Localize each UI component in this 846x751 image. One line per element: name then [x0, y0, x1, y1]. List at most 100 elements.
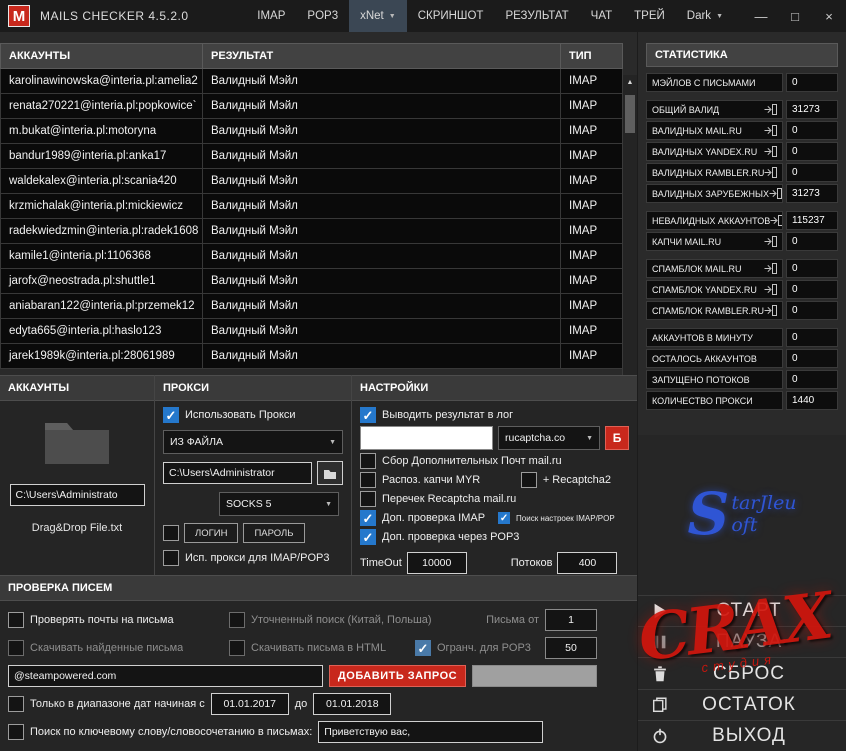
action-label: ВЫХОД — [712, 724, 786, 746]
use-proxy-checkbox[interactable]: Использовать Прокси — [163, 407, 343, 423]
password-field[interactable]: ПАРОЛЬ — [243, 523, 305, 543]
use-proxy-label: Использовать Прокси — [185, 409, 296, 421]
scroll-up-arrow-icon[interactable]: ▲ — [623, 75, 637, 86]
menu-item-chat[interactable]: ЧАТ — [580, 0, 623, 32]
export-icon[interactable] — [764, 305, 778, 316]
date-to-input[interactable] — [313, 693, 392, 715]
export-icon[interactable] — [764, 167, 778, 178]
table-row[interactable]: jarek1989k@interia.pl:28061989 Валидный М… — [0, 343, 623, 369]
menu-item-imap[interactable]: IMAP — [246, 0, 296, 32]
pop3-check-checkbox[interactable]: Доп. проверка через POP3 — [360, 529, 629, 545]
imap-settings-search-checkbox[interactable]: Поиск настроек IMAP/POP — [498, 512, 615, 524]
menu-item-screenshot[interactable]: СКРИНШОТ — [407, 0, 495, 32]
menu-item-pop3[interactable]: POP3 — [296, 0, 349, 32]
table-row[interactable]: karolinawinowska@interia.pl:amelia2 Валид… — [0, 68, 623, 94]
type-cell: IMAP — [560, 293, 623, 319]
close-button[interactable]: × — [812, 0, 846, 32]
table-row[interactable]: edyta665@interia.pl:haslo123 Валидный Мэй… — [0, 318, 623, 344]
balance-button[interactable]: Б — [605, 426, 629, 450]
recheck-recaptcha-label: Перечек Recaptcha mail.ru — [382, 493, 517, 505]
folder-icon[interactable] — [42, 413, 112, 472]
download-letters-checkbox[interactable]: Скачивать найденные письма — [8, 640, 223, 656]
pop3-limit-checkbox[interactable]: Огранч. для POP3 — [415, 640, 531, 656]
stat-row: ВАЛИДНЫХ MAIL.RU 0 — [646, 121, 838, 140]
chevron-down-icon: ▼ — [325, 500, 332, 508]
check-mail-checkbox[interactable]: Проверять почты на письма — [8, 612, 223, 628]
action-rest-button[interactable]: ОСТАТОК — [638, 688, 846, 720]
menu-item-theme[interactable]: Dark ▼ — [676, 0, 734, 32]
table-row[interactable]: radekwiedzmin@interia.pl:radek1608 Валидн… — [0, 218, 623, 244]
letters-from-input[interactable] — [545, 609, 597, 631]
stat-label: КАПЧИ MAIL.RU — [646, 232, 783, 251]
table-scrollbar[interactable]: ▲ — [622, 75, 637, 375]
proxy-auth-checkbox[interactable] — [163, 525, 179, 541]
keyword-checkbox[interactable]: Поиск по ключевому слову/словосочетанию … — [8, 724, 312, 740]
action-exit-button[interactable]: ВЫХОД — [638, 719, 846, 751]
table-row[interactable]: renata270221@interia.pl:popkowice` Валидн… — [0, 93, 623, 119]
table-row[interactable]: m.bukat@interia.pl:motoryna Валидный Мэйл… — [0, 118, 623, 144]
date-range-checkbox[interactable]: Только в диапазоне дат начиная с — [8, 696, 205, 712]
table-row[interactable]: waldekalex@interia.pl:scania420 Валидный … — [0, 168, 623, 194]
stat-row: ОБЩИЙ ВАЛИД 31273 — [646, 100, 838, 119]
table-row[interactable]: krzmichalak@interia.pl:mickiewicz Валидны… — [0, 193, 623, 219]
export-icon[interactable] — [769, 188, 782, 199]
proxy-type-dropdown[interactable]: SOCKS 5 ▼ — [219, 492, 339, 516]
captcha-key-input[interactable] — [360, 426, 493, 450]
export-icon[interactable] — [764, 236, 777, 247]
minimize-button[interactable]: — — [744, 0, 778, 32]
accounts-path-input[interactable] — [9, 484, 145, 506]
table-row[interactable]: jarofx@neostrada.pl:shuttle1 Валидный Мэй… — [0, 268, 623, 294]
account-cell: waldekalex@interia.pl:scania420 — [0, 168, 203, 194]
checkbox-icon — [8, 696, 24, 712]
download-html-checkbox[interactable]: Скачивать письма в HTML — [229, 640, 409, 656]
results-table: АККАУНТЫ РЕЗУЛЬТАТ ТИП karolinawinowska@… — [0, 43, 623, 369]
pop3-limit-input[interactable] — [545, 637, 597, 659]
column-header-result[interactable]: РЕЗУЛЬТАТ — [202, 43, 561, 69]
imap-check-checkbox[interactable]: Доп. проверка IMAP — [360, 510, 485, 526]
proxy-path-input[interactable] — [163, 462, 312, 484]
account-cell: aniabaran122@interia.pl:przemek12 — [0, 293, 203, 319]
collect-mail-checkbox[interactable]: Сбор Дополнительных Почт mail.ru — [360, 453, 629, 469]
export-icon[interactable] — [764, 284, 777, 295]
captcha-service-dropdown[interactable]: rucaptcha.co ▼ — [498, 426, 600, 450]
proxy-folder-button[interactable] — [317, 461, 343, 485]
maximize-button[interactable]: □ — [778, 0, 812, 32]
menu-item-result[interactable]: РЕЗУЛЬТАТ — [494, 0, 579, 32]
mail-check-panel-title: ПРОВЕРКА ПИСЕМ — [0, 575, 637, 601]
export-icon[interactable] — [764, 263, 777, 274]
export-icon[interactable] — [764, 125, 777, 136]
table-row[interactable]: kamile1@interia.pl:1106368 Валидный Мэйл I… — [0, 243, 623, 269]
date-from-input[interactable] — [210, 693, 289, 715]
add-query-button[interactable]: ДОБАВИТЬ ЗАПРОС — [329, 665, 466, 687]
table-row[interactable]: aniabaran122@interia.pl:przemek12 Валидны… — [0, 293, 623, 319]
action-reset-button[interactable]: СБРОС — [638, 657, 846, 688]
brand-logo: S tarJleu oft — [637, 435, 846, 595]
table-row[interactable]: bandur1989@interia.pl:anka17 Валидный Мэй… — [0, 143, 623, 169]
query-input[interactable] — [8, 665, 323, 687]
column-header-accounts[interactable]: АККАУНТЫ — [0, 43, 203, 69]
account-cell: krzmichalak@interia.pl:mickiewicz — [0, 193, 203, 219]
recheck-recaptcha-checkbox[interactable]: Перечек Recaptcha mail.ru — [360, 491, 629, 507]
menu-item-tray[interactable]: ТРЕЙ — [623, 0, 676, 32]
scrollbar-thumb[interactable] — [625, 95, 635, 133]
recognize-captcha-checkbox[interactable]: Распоз. капчи MYR — [360, 472, 480, 488]
export-icon[interactable] — [764, 146, 777, 157]
proxy-source-dropdown[interactable]: ИЗ ФАЙЛА ▼ — [163, 430, 343, 454]
account-cell: m.bukat@interia.pl:motoryna — [0, 118, 203, 144]
proxy-imap-pop3-checkbox[interactable]: Исп. прокси для IMAP/POP3 — [163, 550, 343, 566]
log-output-checkbox[interactable]: Выводить результат в лог — [360, 407, 629, 423]
export-icon[interactable] — [764, 104, 777, 115]
mail-check-panel: ПРОВЕРКА ПИСЕМ Проверять почты на письма… — [0, 575, 637, 751]
recaptcha2-checkbox[interactable]: + Recaptcha2 — [520, 472, 611, 488]
export-icon[interactable] — [770, 215, 782, 226]
login-field[interactable]: ЛОГИН — [184, 523, 239, 543]
menu-item-xnet[interactable]: xNet ▼ — [349, 0, 407, 32]
timeout-input[interactable] — [406, 552, 467, 574]
action-start-button[interactable]: СТАРТ — [638, 595, 846, 626]
action-pause-button[interactable]: ПАУЗА — [638, 626, 846, 657]
refined-search-checkbox[interactable]: Уточненный поиск (Китай, Польша) — [229, 612, 459, 628]
app-window: M MAILS CHECKER 4.5.2.0 IMAP POP3 xNet ▼ СКР… — [0, 0, 846, 751]
threads-input[interactable] — [557, 552, 618, 574]
column-header-type[interactable]: ТИП — [560, 43, 623, 69]
keyword-input[interactable] — [318, 721, 544, 743]
